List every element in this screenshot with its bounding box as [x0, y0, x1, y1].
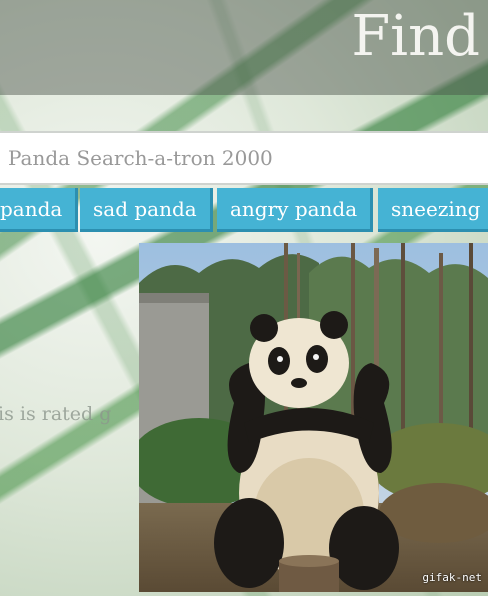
- panda-photo: [139, 243, 488, 592]
- rating-text: is is rated g: [0, 403, 112, 425]
- page-title: Find: [351, 4, 480, 69]
- header-bar: Find: [0, 0, 488, 95]
- tag-panda[interactable]: panda: [0, 188, 79, 232]
- tag-angry-panda[interactable]: angry panda: [217, 188, 374, 232]
- tag-sad-panda[interactable]: sad panda: [80, 188, 213, 232]
- search-input[interactable]: [0, 133, 488, 183]
- tag-list: panda sad panda angry panda sneezing: [0, 188, 488, 234]
- search-bar: [0, 131, 488, 185]
- watermark-text: gifak-net: [422, 571, 482, 584]
- result-image[interactable]: gifak-net: [139, 243, 488, 592]
- tag-sneezing[interactable]: sneezing: [378, 188, 488, 232]
